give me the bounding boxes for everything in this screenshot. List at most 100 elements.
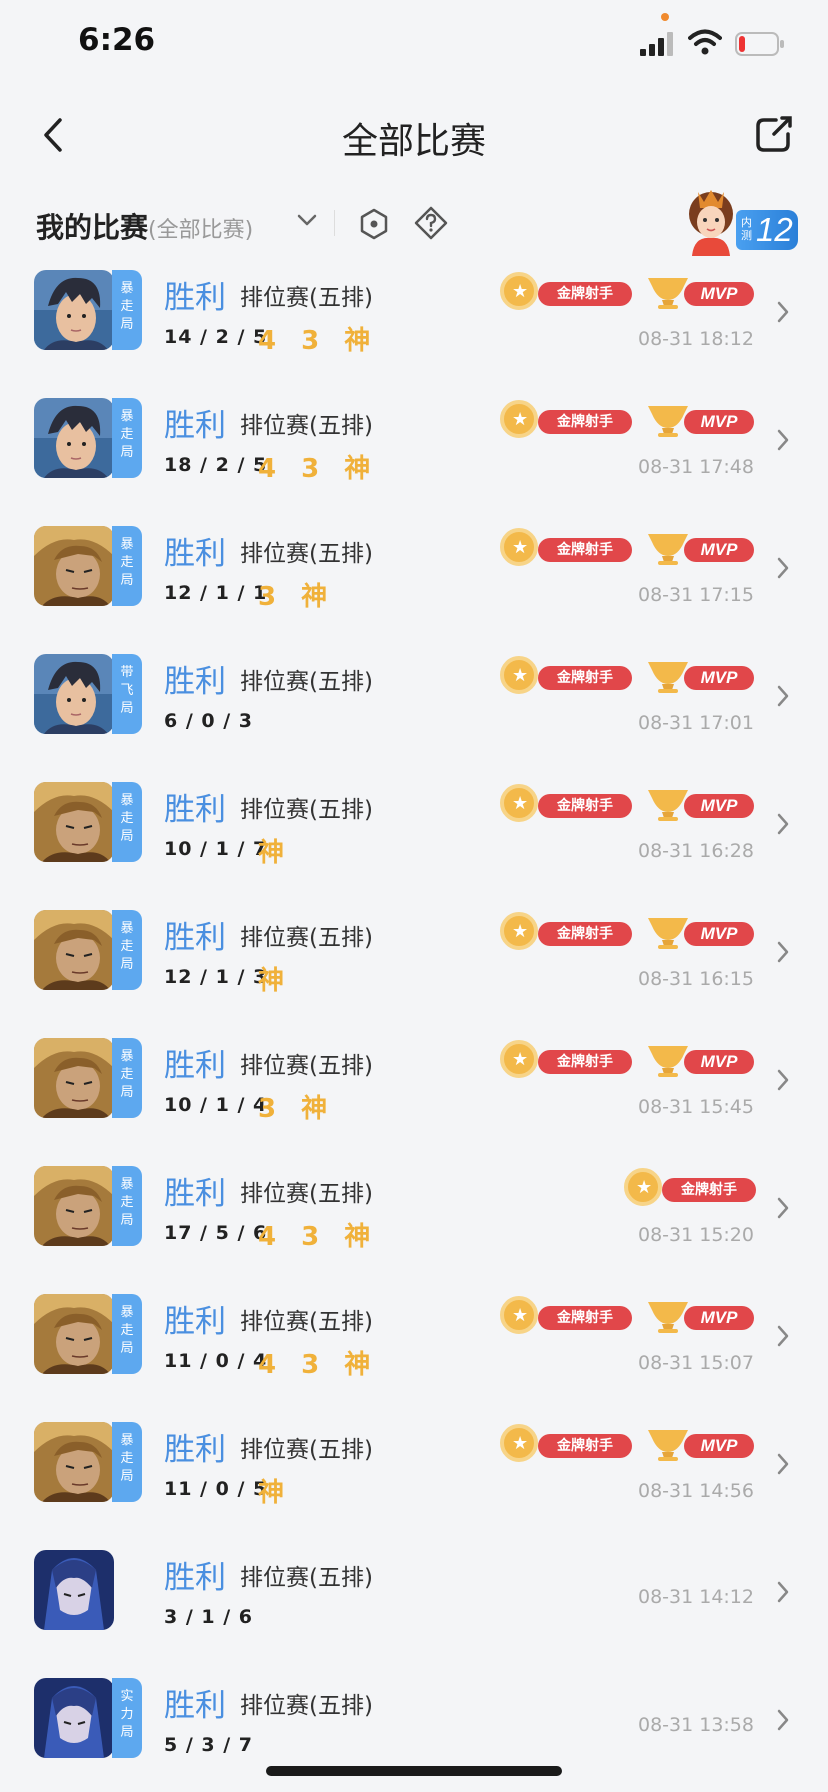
kill-streak-marks: 4 3 神 — [258, 1350, 379, 1380]
gold-medal-badge: 金牌射手 ★ — [500, 1424, 632, 1462]
gold-medal-label: 金牌射手 — [538, 282, 632, 306]
chevron-right-icon[interactable] — [776, 300, 790, 324]
chevron-right-icon[interactable] — [776, 1068, 790, 1092]
mvp-badge: MVP — [644, 784, 754, 822]
medal-icon: ★ — [500, 400, 538, 438]
kill-streak-marks: 神 — [258, 1478, 293, 1508]
mvp-label: MVP — [684, 794, 754, 818]
chevron-right-icon[interactable] — [776, 684, 790, 708]
kill-streak-marks: 4 3 神 — [258, 454, 379, 484]
match-row[interactable]: 暴 走 局胜利 排位赛(五排) 11 / 0 / 44 3 神 金牌射手 ★ MVP 08-… — [0, 1272, 828, 1400]
mvp-badge: MVP — [644, 912, 754, 950]
mvp-badge: MVP — [644, 528, 754, 566]
privacy-dot — [661, 13, 669, 21]
hero-avatar — [34, 1166, 114, 1246]
match-row[interactable]: 暴 走 局胜利 排位赛(五排) 17 / 5 / 64 3 神 金牌射手 ★ 08-31 … — [0, 1144, 828, 1272]
home-indicator[interactable] — [266, 1766, 562, 1776]
kda-score: 10 / 1 / 4 — [164, 1094, 268, 1116]
navigation-bar: 全部比赛 — [0, 100, 828, 170]
gold-medal-badge: 金牌射手 ★ — [500, 784, 632, 822]
rank-badge: 内测 12 — [736, 210, 798, 250]
help-icon[interactable] — [414, 206, 448, 240]
trophy-icon — [648, 534, 688, 565]
mvp-badge: MVP — [644, 1040, 754, 1078]
match-mode: 排位赛(五排) — [240, 925, 373, 951]
match-result: 胜利 — [164, 1688, 226, 1724]
filter-sub-label: (全部比赛) — [148, 218, 254, 243]
match-mode: 排位赛(五排) — [240, 413, 373, 439]
trophy-icon — [648, 662, 688, 693]
chevron-right-icon[interactable] — [776, 1580, 790, 1604]
status-bar: 6:26 — [0, 0, 828, 88]
mvp-label: MVP — [684, 666, 754, 690]
kda-score: 6 / 0 / 3 — [164, 710, 253, 732]
share-icon[interactable] — [752, 112, 796, 156]
match-filter-dropdown[interactable]: 我的比赛(全部比赛) — [36, 206, 253, 246]
match-row[interactable]: 暴 走 局胜利 排位赛(五排) 11 / 0 / 5 神 金牌射手 ★ MVP 08-31 1… — [0, 1400, 828, 1528]
match-time: 08-31 14:12 — [637, 1586, 754, 1608]
hero-avatar — [34, 1294, 114, 1374]
hero-avatar — [34, 526, 114, 606]
mvp-label: MVP — [684, 282, 754, 306]
gold-medal-label: 金牌射手 — [538, 538, 632, 562]
chevron-right-icon[interactable] — [776, 1196, 790, 1220]
match-row[interactable]: 暴 走 局胜利 排位赛(五排) 10 / 1 / 43 神 金牌射手 ★ MVP 08-31… — [0, 1016, 828, 1144]
kill-streak-marks: 4 3 神 — [258, 326, 379, 356]
hero-avatar — [34, 782, 114, 862]
match-type-tag: 暴 走 局 — [112, 398, 142, 478]
mvp-label: MVP — [684, 1434, 754, 1458]
gold-medal-label: 金牌射手 — [538, 794, 632, 818]
mvp-label: MVP — [684, 1306, 754, 1330]
chevron-right-icon[interactable] — [776, 812, 790, 836]
kda-score: 3 / 1 / 6 — [164, 1606, 253, 1628]
gold-medal-label: 金牌射手 — [538, 1050, 632, 1074]
hero-avatar — [34, 1422, 114, 1502]
match-time: 08-31 17:48 — [637, 456, 754, 478]
mvp-badge: MVP — [644, 400, 754, 438]
hero-avatar — [34, 654, 114, 734]
trophy-icon — [648, 1046, 688, 1077]
chevron-right-icon[interactable] — [776, 940, 790, 964]
match-type-tag: 暴 走 局 — [112, 1294, 142, 1374]
player-rank-avatar[interactable]: 内测 12 — [678, 190, 798, 256]
chevron-down-icon[interactable] — [296, 212, 318, 228]
character-avatar — [689, 190, 733, 256]
match-type-tag: 暴 走 局 — [112, 1038, 142, 1118]
match-row[interactable]: 暴 走 局胜利 排位赛(五排) 18 / 2 / 54 3 神 金牌射手 ★ MVP 08-… — [0, 376, 828, 504]
gold-medal-badge: 金牌射手 ★ — [500, 1040, 632, 1078]
match-row[interactable]: 实 力 局胜利 排位赛(五排) 5 / 3 / 7 08-31 13:58 — [0, 1656, 828, 1784]
trophy-icon — [648, 790, 688, 821]
page-title: 全部比赛 — [341, 121, 486, 162]
hero-avatar — [34, 910, 114, 990]
kill-streak-marks: 3 神 — [258, 1094, 336, 1124]
match-row[interactable]: 暴 走 局胜利 排位赛(五排) 12 / 1 / 13 神 金牌射手 ★ MVP 08-31… — [0, 504, 828, 632]
kda-score: 5 / 3 / 7 — [164, 1734, 253, 1756]
match-result: 胜利 — [164, 1048, 226, 1084]
match-result: 胜利 — [164, 280, 226, 316]
chevron-right-icon[interactable] — [776, 1324, 790, 1348]
match-row[interactable]: 胜利 排位赛(五排) 3 / 1 / 6 08-31 14:12 — [0, 1528, 828, 1656]
match-row[interactable]: 暴 走 局胜利 排位赛(五排) 12 / 1 / 3 神 金牌射手 ★ MVP 08-31 1… — [0, 888, 828, 1016]
hero-avatar — [34, 1678, 114, 1758]
mvp-label: MVP — [684, 1050, 754, 1074]
match-row[interactable]: 暴 走 局胜利 排位赛(五排) 10 / 1 / 7 神 金牌射手 ★ MVP 08-31 1… — [0, 760, 828, 888]
gold-medal-badge: 金牌射手 ★ — [500, 272, 632, 310]
match-type-tag: 暴 走 局 — [112, 526, 142, 606]
chevron-right-icon[interactable] — [776, 1708, 790, 1732]
match-mode: 排位赛(五排) — [240, 1565, 373, 1591]
match-result: 胜利 — [164, 408, 226, 444]
trophy-icon — [648, 1430, 688, 1461]
match-row[interactable]: 带 飞 局胜利 排位赛(五排) 6 / 0 / 3 金牌射手 ★ MVP 08-31 17:… — [0, 632, 828, 760]
chevron-right-icon[interactable] — [776, 428, 790, 452]
trophy-icon — [648, 278, 688, 309]
match-mode: 排位赛(五排) — [240, 285, 373, 311]
match-row[interactable]: 暴 走 局胜利 排位赛(五排) 14 / 2 / 54 3 神 金牌射手 ★ MVP 08-… — [0, 248, 828, 376]
chevron-right-icon[interactable] — [776, 556, 790, 580]
gold-medal-label: 金牌射手 — [538, 1434, 632, 1458]
match-mode: 排位赛(五排) — [240, 541, 373, 567]
match-time: 08-31 18:12 — [637, 328, 754, 350]
hexagon-icon[interactable] — [358, 208, 390, 240]
rank-prefix: 内测 — [741, 216, 752, 242]
chevron-right-icon[interactable] — [776, 1452, 790, 1476]
match-type-tag: 暴 走 局 — [112, 910, 142, 990]
